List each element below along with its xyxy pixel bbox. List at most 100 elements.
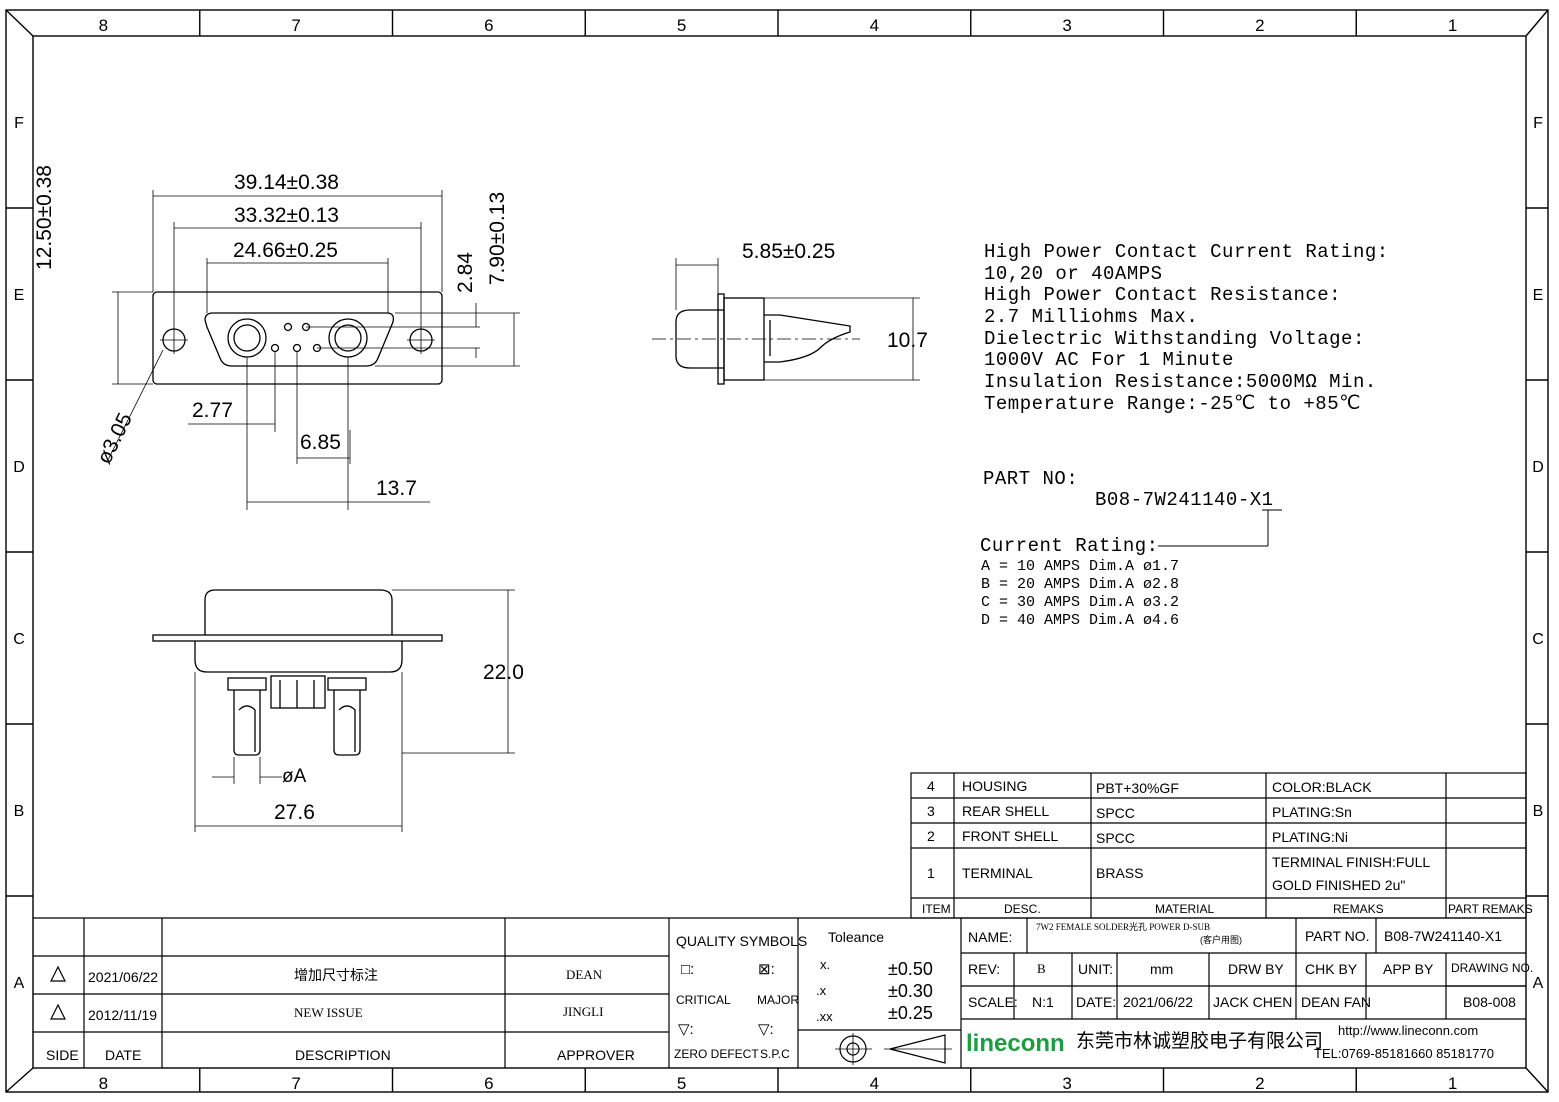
current-rating-row: D = 40 AMPS Dim.A ø4.6 xyxy=(981,612,1180,629)
dim-overall-height: 12.50±0.38 xyxy=(32,165,56,270)
specifications: High Power Contact Current Rating: 10,20… xyxy=(984,243,1389,417)
critical-symbol: □: xyxy=(681,961,695,978)
date-label: DATE: xyxy=(1076,994,1117,1010)
drawing-no-label: DRAWING NO. xyxy=(1451,961,1534,975)
bom-header-material: MATERIAL xyxy=(1155,902,1215,916)
spec-line: Dielectric Withstanding Voltage: xyxy=(984,327,1365,350)
row-label: D xyxy=(1532,459,1544,476)
row-label: A xyxy=(14,975,25,992)
rev-date: 2021/06/22 xyxy=(88,969,159,985)
column-label: 8 xyxy=(99,16,108,35)
scale-value: N:1 xyxy=(1032,994,1054,1010)
tolerance-value: ±0.30 xyxy=(888,981,933,1001)
spec-line: Insulation Resistance:5000MΩ Min. xyxy=(984,371,1377,394)
dim-power-spacing: 13.7 xyxy=(376,477,417,500)
rev-header-description: DESCRIPTION xyxy=(295,1047,391,1063)
column-label: 3 xyxy=(1062,1074,1071,1093)
bom-desc: HOUSING xyxy=(962,778,1028,794)
dim-overall-width: 39.14±0.38 xyxy=(234,171,339,194)
bom-item-no: 1 xyxy=(927,865,935,881)
rev-header-date: DATE xyxy=(105,1047,142,1063)
dim-mount-hole-spacing: 33.32±0.13 xyxy=(234,204,339,227)
company-name: 东莞市林诚塑胶电子有限公司 xyxy=(1076,1030,1324,1052)
column-label: 5 xyxy=(677,16,686,35)
column-label: 2 xyxy=(1255,16,1264,35)
tolerance-title: Toleance xyxy=(828,929,885,945)
name-value: 7W2 FEMALE SOLDER光孔 POWER D-SUB xyxy=(1036,922,1211,932)
spec-line: High Power Contact Resistance: xyxy=(984,284,1342,307)
drawer-name: JACK CHEN xyxy=(1213,994,1293,1010)
row-label: B xyxy=(14,803,25,820)
spec-line: High Power Contact Current Rating: xyxy=(984,241,1389,263)
bom-item-no: 3 xyxy=(927,803,935,819)
chk-by-label: CHK BY xyxy=(1305,961,1358,977)
row-label: F xyxy=(1533,115,1543,132)
column-label: 6 xyxy=(484,1074,493,1093)
column-label: 3 xyxy=(1062,16,1071,35)
rev-description: 增加尺寸标注 xyxy=(294,967,378,983)
company-website: http://www.lineconn.com xyxy=(1338,1023,1479,1038)
bom-item-no: 4 xyxy=(927,778,935,794)
bom-material: SPCC xyxy=(1096,805,1135,821)
current-rating-row: A = 10 AMPS Dim.A ø1.7 xyxy=(981,558,1180,575)
zero-defect-symbol: ▽: xyxy=(678,1021,694,1038)
critical-label: CRITICAL xyxy=(676,993,731,1007)
rev-description: NEW ISSUE xyxy=(294,1005,363,1020)
current-rating-row: B = 20 AMPS Dim.A ø2.8 xyxy=(981,576,1180,593)
major-symbol: ⊠: xyxy=(758,961,775,978)
part-no-label-tb: PART NO. xyxy=(1305,928,1370,944)
major-label: MAJOR xyxy=(757,993,799,1007)
bom-material: PBT+30%GF xyxy=(1096,780,1179,796)
part-no-value: B08-7W241140-X1 xyxy=(1095,489,1274,511)
spec-line: 2.7 Milliohms Max. xyxy=(984,306,1199,329)
bom-header-remarks: REMAKS xyxy=(1333,902,1384,916)
column-label: 5 xyxy=(677,1074,686,1093)
drw-by-label: DRW BY xyxy=(1228,961,1284,977)
row-label: B xyxy=(1533,803,1544,820)
tolerance-label: .x xyxy=(816,983,827,998)
name-label: NAME: xyxy=(968,929,1013,945)
rev-header-approver: APPROVER xyxy=(557,1047,635,1063)
row-label: C xyxy=(1532,631,1544,648)
dim-shell-height: 7.90±0.13 xyxy=(486,191,510,286)
column-label: 7 xyxy=(291,16,300,35)
row-label: A xyxy=(1533,975,1544,992)
date-value: 2021/06/22 xyxy=(1123,994,1194,1010)
zero-defect-label: ZERO DEFECT xyxy=(674,1047,759,1061)
rev-header-side: SIDE xyxy=(46,1047,79,1063)
bom-material: SPCC xyxy=(1096,830,1135,846)
quality-title: QUALITY SYMBOLS xyxy=(676,933,808,949)
bom-header-desc: DESC. xyxy=(1004,902,1041,916)
column-label: 6 xyxy=(484,16,493,35)
bom-desc: TERMINAL xyxy=(962,865,1033,881)
spec-line: 1000V AC For 1 Minute xyxy=(984,349,1234,372)
bom-item-no: 2 xyxy=(927,828,935,844)
drawing-no-value: B08-008 xyxy=(1463,994,1516,1010)
column-label: 2 xyxy=(1255,1074,1264,1093)
row-label: D xyxy=(13,459,25,476)
current-rating-title: Current Rating: xyxy=(980,535,1159,557)
spec-line: Temperature Range:-25℃ to +85℃ xyxy=(984,392,1361,415)
dim-bottom-pin-dia: øA xyxy=(282,766,307,787)
column-label: 4 xyxy=(870,1074,879,1093)
tolerance-value: ±0.25 xyxy=(888,1003,933,1023)
rev-triangles xyxy=(50,965,66,1020)
column-label: 8 xyxy=(99,1074,108,1093)
dim-shell-width: 24.66±0.25 xyxy=(233,239,338,262)
bottom-view xyxy=(152,589,515,832)
bom-remark-2: GOLD FINISHED 2u" xyxy=(1272,877,1406,893)
dim-side-depth: 5.85±0.25 xyxy=(742,240,836,263)
part-no-value-tb: B08-7W241140-X1 xyxy=(1384,928,1503,944)
column-label: 1 xyxy=(1448,1074,1457,1093)
bom-desc: FRONT SHELL xyxy=(962,828,1059,844)
row-label: E xyxy=(14,287,25,304)
spec-line: 10,20 or 40AMPS xyxy=(984,262,1163,285)
unit-label: UNIT: xyxy=(1078,961,1113,977)
rev-value: B xyxy=(1037,961,1046,976)
tolerance-label: x. xyxy=(820,957,831,972)
column-label: 7 xyxy=(291,1074,300,1093)
dim-bottom-width: 27.6 xyxy=(274,801,315,824)
scale-label: SCALE: xyxy=(968,994,1018,1010)
bom-table xyxy=(910,772,1527,919)
dim-contact-row-spacing: 2.84 xyxy=(453,252,477,293)
